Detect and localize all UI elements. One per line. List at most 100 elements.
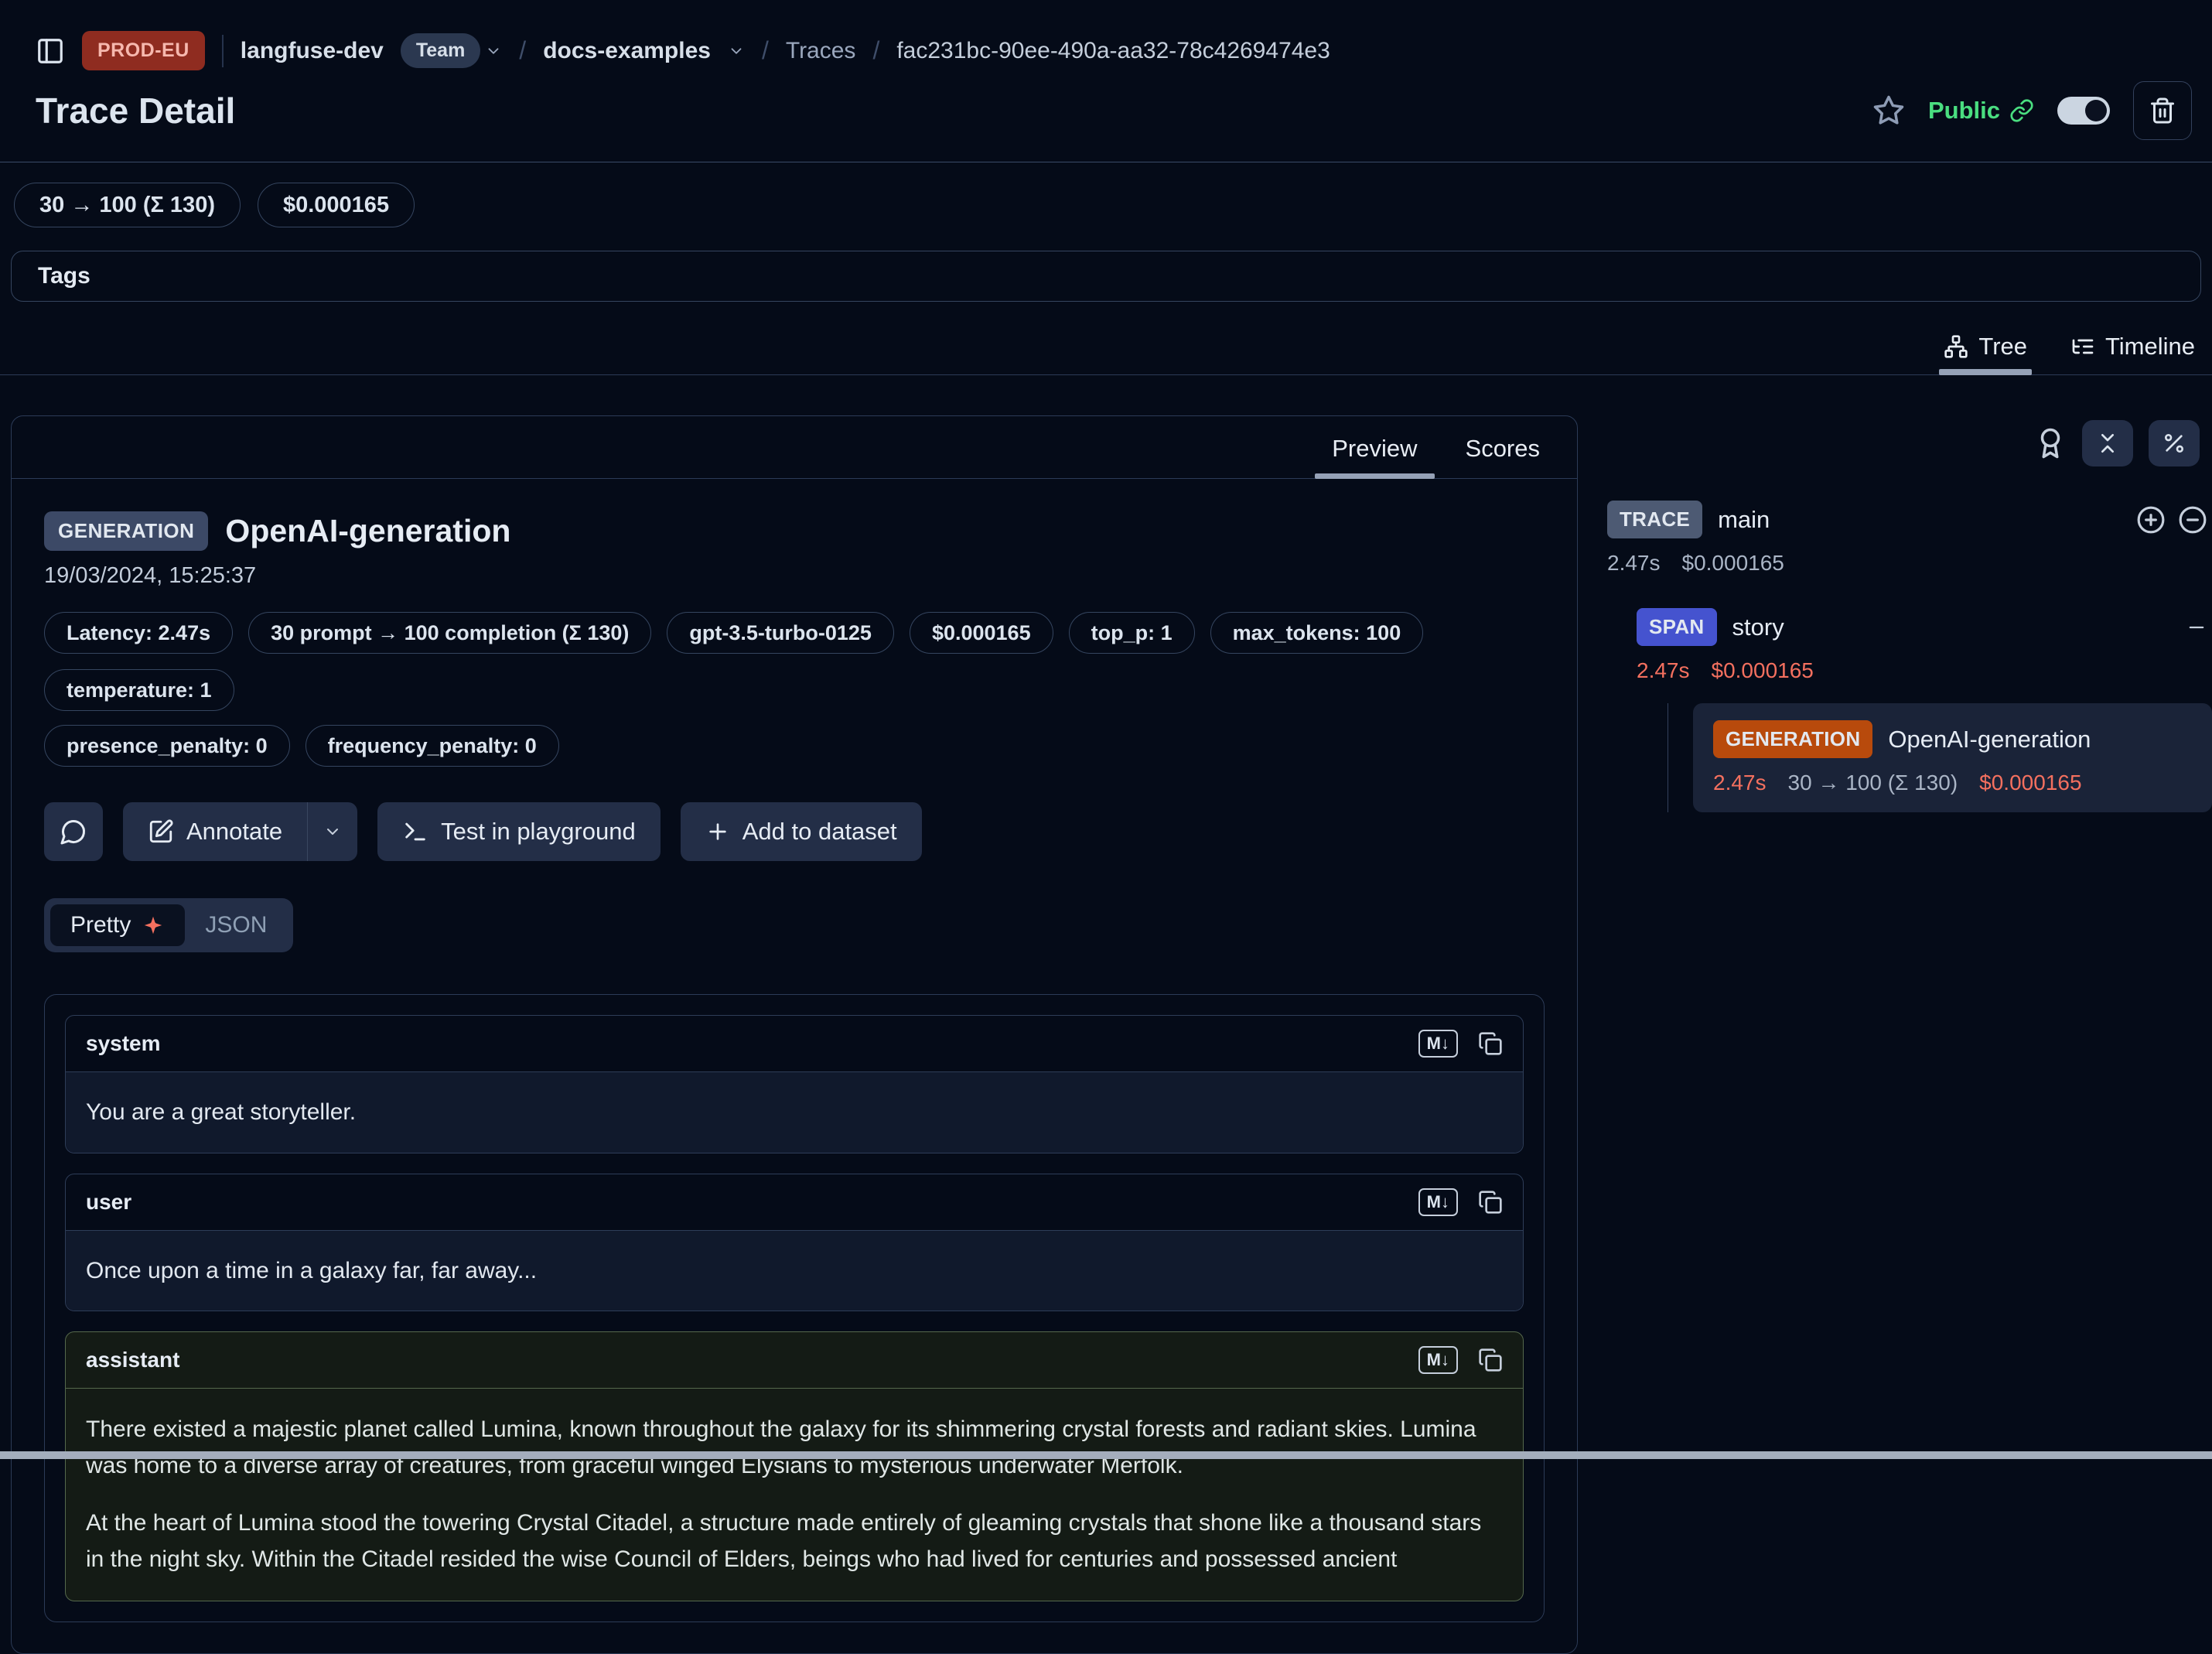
generation-name: OpenAI-generation	[1888, 726, 2091, 754]
trace-tree-panel: TRACE main 2.47s $0.000165 SPAN	[1578, 415, 2212, 812]
messages-container: system M↓ You are a great storyteller. u…	[44, 994, 1545, 1622]
environment-badge: PROD-EU	[82, 31, 205, 70]
temperature-badge: temperature: 1	[44, 669, 234, 711]
award-icon	[2034, 427, 2067, 460]
span-cost: $0.000165	[1712, 658, 1814, 683]
annotate-dropdown-button[interactable]	[308, 802, 357, 861]
message-role: system	[86, 1031, 161, 1056]
copy-icon[interactable]	[1478, 1190, 1503, 1215]
trace-cost: $0.000165	[1682, 551, 1784, 576]
breadcrumb-org[interactable]: langfuse-dev	[241, 38, 384, 64]
trace-name: main	[1718, 506, 1770, 534]
bookmark-star-button[interactable]	[1872, 94, 1905, 127]
observation-header: GENERATION OpenAI-generation	[44, 511, 1545, 551]
tree-indent-guide: GENERATION OpenAI-generation 2.47s 30 → …	[1668, 703, 2212, 812]
generation-latency: 2.47s	[1713, 771, 1767, 795]
circle-plus-icon[interactable]	[2136, 505, 2166, 535]
message-content: You are a great storyteller.	[66, 1072, 1523, 1153]
model-badge[interactable]: gpt-3.5-turbo-0125	[667, 612, 894, 654]
collapse-all-button[interactable]	[2082, 420, 2133, 466]
detail-card-body: GENERATION OpenAI-generation 19/03/2024,…	[12, 511, 1577, 1653]
annotate-split-button: Annotate	[123, 802, 357, 861]
tab-timeline[interactable]: Timeline	[2070, 333, 2195, 361]
trace-node-row[interactable]: TRACE main	[1607, 501, 2212, 538]
trace-latency: 2.47s	[1607, 551, 1661, 576]
tags-container[interactable]: Tags	[11, 251, 2201, 302]
span-node-row[interactable]: SPAN story	[1637, 608, 2212, 646]
terminal-icon	[402, 818, 428, 845]
circle-minus-icon[interactable]	[2178, 505, 2207, 535]
breadcrumb-separator: /	[762, 36, 769, 65]
format-pretty-segment[interactable]: Pretty	[50, 904, 185, 946]
timeline-icon	[2070, 334, 2095, 359]
markdown-toggle-icon[interactable]: M↓	[1418, 1346, 1458, 1374]
plus-icon	[705, 819, 730, 844]
tab-tree[interactable]: Tree	[1944, 333, 2027, 361]
chevron-down-icon[interactable]	[485, 43, 502, 60]
message-header: system M↓	[66, 1016, 1523, 1072]
detail-card-tabs: Preview Scores	[12, 416, 1577, 479]
horizontal-scrollbar[interactable]	[0, 1451, 2212, 1459]
sidebar-toggle-button[interactable]	[36, 36, 65, 66]
message-card-system: system M↓ You are a great storyteller.	[65, 1015, 1524, 1153]
observation-type-badge: GENERATION	[44, 511, 208, 551]
markdown-toggle-icon[interactable]: M↓	[1418, 1030, 1458, 1058]
span-name: story	[1732, 613, 1784, 641]
observation-actions: Annotate Test in playground	[44, 802, 1545, 861]
top-p-badge: top_p: 1	[1069, 612, 1195, 654]
message-tools: M↓	[1418, 1188, 1503, 1216]
generation-cost: $0.000165	[1979, 771, 2081, 795]
breadcrumb-trace-id: fac231bc-90ee-490a-aa32-78c4269474e3	[896, 38, 1330, 64]
public-share-link[interactable]: Public	[1928, 97, 2034, 125]
annotate-button[interactable]: Annotate	[123, 802, 307, 861]
observation-title: OpenAI-generation	[225, 513, 510, 549]
copy-icon[interactable]	[1478, 1031, 1503, 1056]
breadcrumb-project[interactable]: docs-examples	[543, 38, 711, 64]
annotation-queue-button[interactable]	[2034, 427, 2067, 460]
max-tokens-badge: max_tokens: 100	[1210, 612, 1424, 654]
observation-timestamp: 19/03/2024, 15:25:37	[44, 563, 1545, 589]
cost-badge: $0.000165	[258, 183, 415, 227]
tab-scores[interactable]: Scores	[1461, 435, 1545, 463]
generation-badge: GENERATION	[1713, 720, 1872, 758]
link-icon	[2009, 98, 2034, 123]
breadcrumb-separator: /	[519, 36, 526, 65]
star-icon	[1872, 94, 1905, 127]
playground-button[interactable]: Test in playground	[377, 802, 661, 861]
add-to-dataset-button[interactable]: Add to dataset	[681, 802, 922, 861]
message-content: Once upon a time in a galaxy far, far aw…	[66, 1231, 1523, 1311]
generation-tokens: 30 → 100 (Σ 130)	[1788, 771, 1958, 795]
org-plan-badge[interactable]: Team	[401, 33, 502, 68]
token-usage-badge: 30 prompt → 100 completion (Σ 130)	[248, 612, 651, 654]
toggle-metrics-button[interactable]	[2149, 420, 2200, 466]
divider	[222, 35, 224, 67]
comment-bubble-icon	[60, 818, 87, 846]
public-toggle[interactable]	[2057, 97, 2110, 125]
minus-icon[interactable]	[2186, 617, 2207, 638]
main-area: Preview Scores GENERATION OpenAI-generat…	[11, 415, 2212, 1654]
message-content: There existed a majestic planet called L…	[66, 1389, 1523, 1601]
token-usage-badge: 30 → 100 (Σ 130)	[14, 183, 241, 227]
span-metrics: 2.47s $0.000165	[1637, 658, 2212, 683]
comments-button[interactable]	[44, 802, 103, 861]
message-header: assistant M↓	[66, 1332, 1523, 1389]
tree-icon	[1944, 334, 1968, 359]
tab-preview[interactable]: Preview	[1327, 435, 1422, 463]
generation-node-row: GENERATION OpenAI-generation	[1713, 720, 2192, 758]
markdown-toggle-icon[interactable]: M↓	[1418, 1188, 1458, 1216]
chevron-down-icon	[323, 822, 342, 841]
view-tabs: Tree Timeline	[0, 319, 2212, 375]
generation-node-row-selected[interactable]: GENERATION OpenAI-generation 2.47s 30 → …	[1693, 703, 2212, 812]
generation-metrics: 2.47s 30 → 100 (Σ 130) $0.000165	[1713, 771, 2192, 795]
observation-badges-row-2: presence_penalty: 0 frequency_penalty: 0	[44, 725, 1545, 767]
copy-icon[interactable]	[1478, 1348, 1503, 1372]
assistant-paragraph: There existed a majestic planet called L…	[86, 1412, 1503, 1484]
message-role: user	[86, 1190, 131, 1215]
format-json-segment[interactable]: JSON	[185, 904, 287, 946]
title-row: Trace Detail Public	[0, 70, 2212, 140]
tags-label: Tags	[38, 263, 90, 289]
chevron-down-icon[interactable]	[728, 43, 745, 60]
delete-trace-button[interactable]	[2133, 81, 2192, 140]
trace-stats-row: 30 → 100 (Σ 130) $0.000165	[0, 162, 2212, 227]
breadcrumb-traces[interactable]: Traces	[786, 38, 856, 64]
